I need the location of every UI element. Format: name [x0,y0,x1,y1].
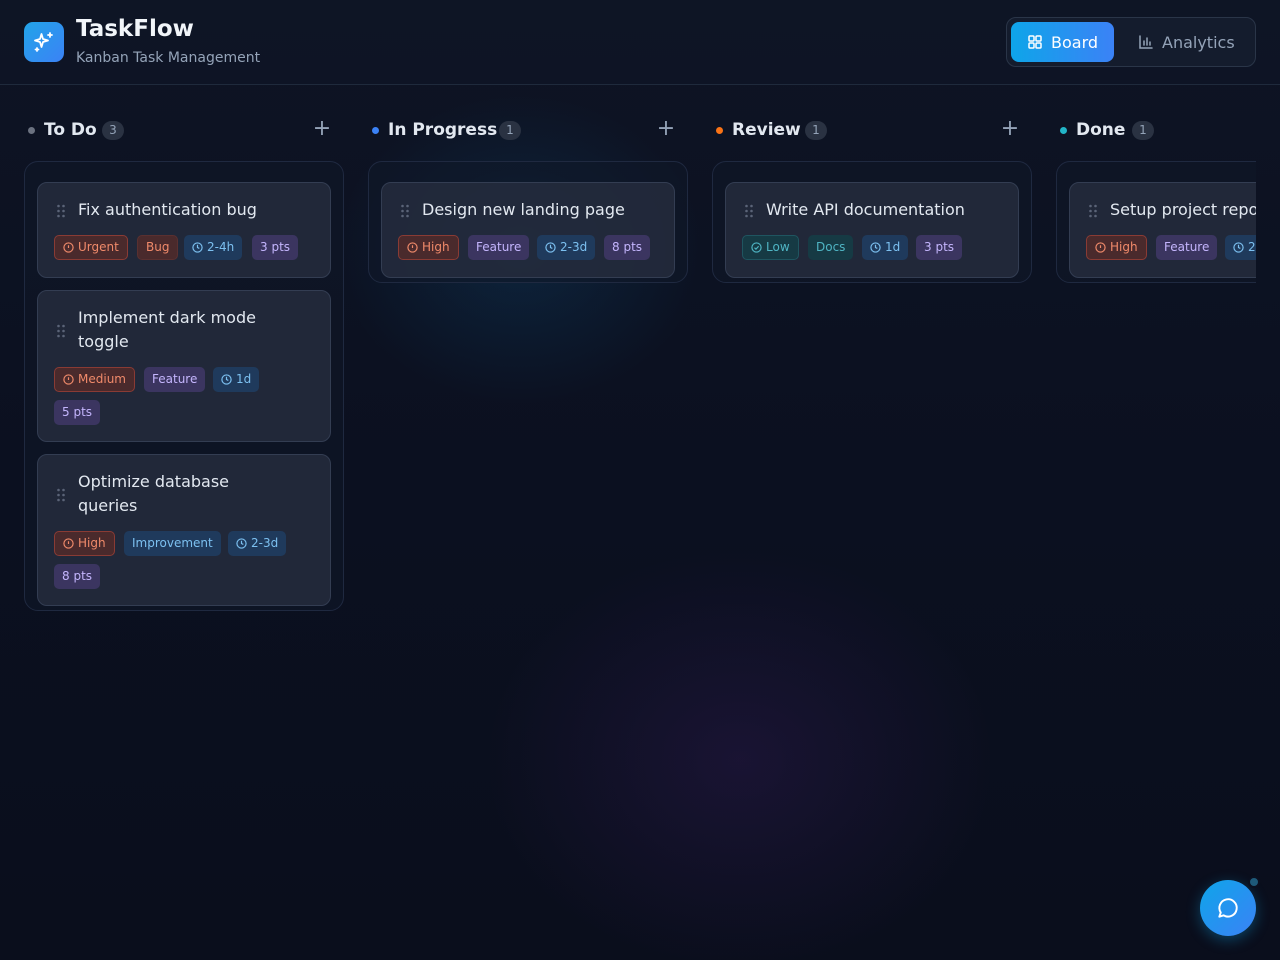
add-task-icon[interactable]: + [310,116,334,144]
task-title: Optimize database queries [78,472,230,515]
column-count-badge: 1 [805,121,827,140]
drag-handle-icon[interactable] [1088,204,1098,218]
column-status-dot [372,127,379,134]
column-count-badge: 3 [102,121,124,140]
category-badge: Feature [468,235,530,260]
time-estimate-badge: 2h [1225,235,1256,260]
analytics-view-label: Analytics [1162,32,1235,52]
column-status-dot [28,127,35,134]
chat-button[interactable] [1200,880,1256,936]
story-points-badge: 5 pts [54,400,101,425]
column-count-badge: 1 [499,121,521,140]
column-todo: Fix authentication bug Urgent Bug 2-4h 3… [24,161,344,611]
alert-circle-icon [63,242,74,253]
column-status-dot [716,127,723,134]
column-done: Setup project repository High Feature 2h [1056,161,1256,283]
column-title: Done [1076,120,1126,140]
app-title: TaskFlow [76,16,194,42]
alert-circle-icon [407,242,418,253]
category-badge: Bug [137,235,179,260]
clock-icon [870,242,881,253]
task-card[interactable]: Write API documentation Low Docs 1d 3 pt… [725,182,1019,278]
clock-icon [1233,242,1244,253]
add-task-icon[interactable]: + [998,116,1022,144]
app-header: TaskFlow Kanban Task Management Board An… [0,0,1280,85]
alert-circle-icon [1095,242,1106,253]
task-card[interactable]: Setup project repository High Feature 2h [1069,182,1256,278]
category-badge: Feature [1156,235,1218,260]
drag-handle-icon[interactable] [744,204,754,218]
task-title: Fix authentication bug [78,200,257,219]
priority-badge: Low [742,235,799,260]
sparkles-logo-icon [24,22,64,62]
done-column-viewport: Setup project repository High Feature 2h [1056,161,1256,283]
column-title: Review [732,120,801,140]
time-estimate-badge: 2-3d [537,235,596,260]
priority-badge: Medium [54,367,135,392]
task-card[interactable]: Design new landing page High Feature 2-3… [381,182,675,278]
time-estimate-badge: 2-4h [184,235,243,260]
column-title: To Do [44,120,97,140]
drag-handle-icon[interactable] [400,204,410,218]
column-header-todo: To Do 3 + [24,114,344,146]
column-review: Write API documentation Low Docs 1d 3 pt… [712,161,1032,283]
notification-dot [1248,876,1260,888]
clock-icon [545,242,556,253]
grid-icon [1028,35,1042,49]
category-badge: Feature [144,367,206,392]
analytics-view-button[interactable]: Analytics [1122,22,1252,62]
column-header-in-progress: In Progress 1 + [368,114,688,146]
time-estimate-badge: 2-3d [228,531,287,556]
task-title: Setup project repository [1110,200,1256,219]
time-estimate-badge: 1d [862,235,909,260]
bar-chart-icon [1139,35,1153,49]
category-badge: Improvement [124,531,221,556]
time-estimate-badge: 1d [213,367,260,392]
app-subtitle: Kanban Task Management [76,50,261,66]
drag-handle-icon[interactable] [56,324,66,338]
clock-icon [236,538,247,549]
chat-bubble-icon [1218,898,1238,918]
priority-badge: High [1086,235,1147,260]
story-points-badge: 8 pts [604,235,651,260]
alert-circle-icon [63,374,74,385]
priority-badge: High [398,235,459,260]
task-title: Implement dark mode toggle [78,308,256,351]
story-points-badge: 8 pts [54,564,101,589]
board-view-button[interactable]: Board [1011,22,1114,62]
column-in-progress: Design new landing page High Feature 2-3… [368,161,688,283]
view-switch: Board Analytics [1006,17,1256,67]
priority-badge: Urgent [54,235,128,260]
clock-icon [192,242,203,253]
task-card[interactable]: Implement dark mode toggle Medium Featur… [37,290,331,442]
task-card[interactable]: Fix authentication bug Urgent Bug 2-4h 3… [37,182,331,278]
check-circle-icon [751,242,762,253]
column-title: In Progress [388,120,498,140]
category-badge: Docs [808,235,854,260]
column-status-dot [1060,127,1067,134]
add-task-icon[interactable]: + [654,116,678,144]
story-points-badge: 3 pts [916,235,963,260]
drag-handle-icon[interactable] [56,488,66,502]
column-count-badge: 1 [1132,121,1154,140]
task-card[interactable]: Optimize database queries High Improveme… [37,454,331,606]
story-points-badge: 3 pts [252,235,299,260]
clock-icon [221,374,232,385]
task-title: Design new landing page [422,200,625,219]
column-header-review: Review 1 + [712,114,1032,146]
drag-handle-icon[interactable] [56,204,66,218]
alert-circle-icon [63,538,74,549]
priority-badge: High [54,531,115,556]
column-header-done: Done 1 [1056,114,1256,146]
task-title: Write API documentation [766,200,965,219]
board-view-label: Board [1051,32,1099,52]
